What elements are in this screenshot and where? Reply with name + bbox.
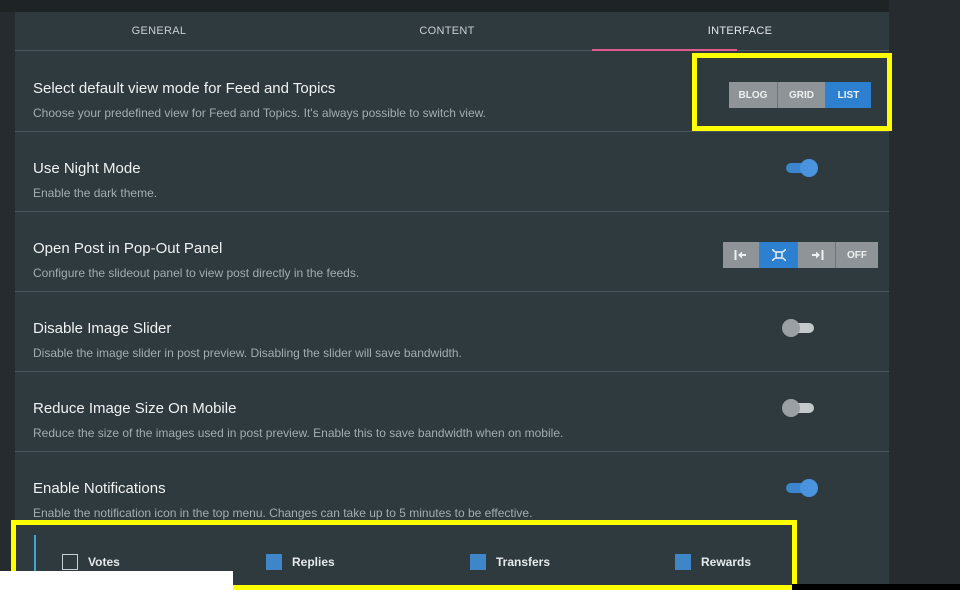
highlight-box-view-mode [692,53,892,131]
setting-night-mode: Use Night Mode Enable the dark theme. [15,132,889,212]
tab-interface[interactable]: INTERFACE [591,12,889,51]
popout-title: Open Post in Pop-Out Panel [33,240,223,257]
view-mode-desc: Choose your predefined view for Feed and… [33,106,486,120]
tab-content[interactable]: CONTENT [303,12,591,51]
setting-image-size: Reduce Image Size On Mobile Reduce the s… [15,372,889,452]
setting-popout-panel: Open Post in Pop-Out Panel Configure the… [15,212,889,292]
popout-desc: Configure the slideout panel to view pos… [33,266,360,280]
active-tab-indicator [592,49,737,51]
notifications-desc: Enable the notification icon in the top … [33,506,533,520]
dock-right-icon[interactable] [798,242,836,268]
image-size-toggle[interactable] [782,399,816,417]
top-strip [0,0,960,12]
image-slider-desc: Disable the image slider in post preview… [33,346,462,360]
center-expand-icon[interactable] [760,242,798,268]
right-background [889,0,960,590]
popout-selector: OFF [723,242,878,268]
image-size-title: Reduce Image Size On Mobile [33,400,237,417]
view-mode-title: Select default view mode for Feed and To… [33,80,336,97]
tab-bar: GENERAL CONTENT INTERFACE [15,12,889,51]
white-overlay-bar [0,571,233,590]
night-mode-desc: Enable the dark theme. [33,186,158,200]
popout-off-button[interactable]: OFF [836,242,878,268]
toggle-knob [782,399,800,417]
image-size-desc: Reduce the size of the images used in po… [33,426,564,440]
toggle-knob [782,319,800,337]
night-mode-toggle[interactable] [784,159,818,177]
image-slider-title: Disable Image Slider [33,320,172,337]
night-mode-title: Use Night Mode [33,160,141,177]
dock-left-icon[interactable] [723,242,760,268]
toggle-knob [800,159,818,177]
setting-image-slider: Disable Image Slider Disable the image s… [15,292,889,372]
image-slider-toggle[interactable] [782,319,816,337]
notifications-title: Enable Notifications [33,480,166,497]
toggle-knob [800,479,818,497]
notifications-toggle[interactable] [784,479,818,497]
tab-general[interactable]: GENERAL [15,12,303,51]
bottom-edge [792,584,960,590]
